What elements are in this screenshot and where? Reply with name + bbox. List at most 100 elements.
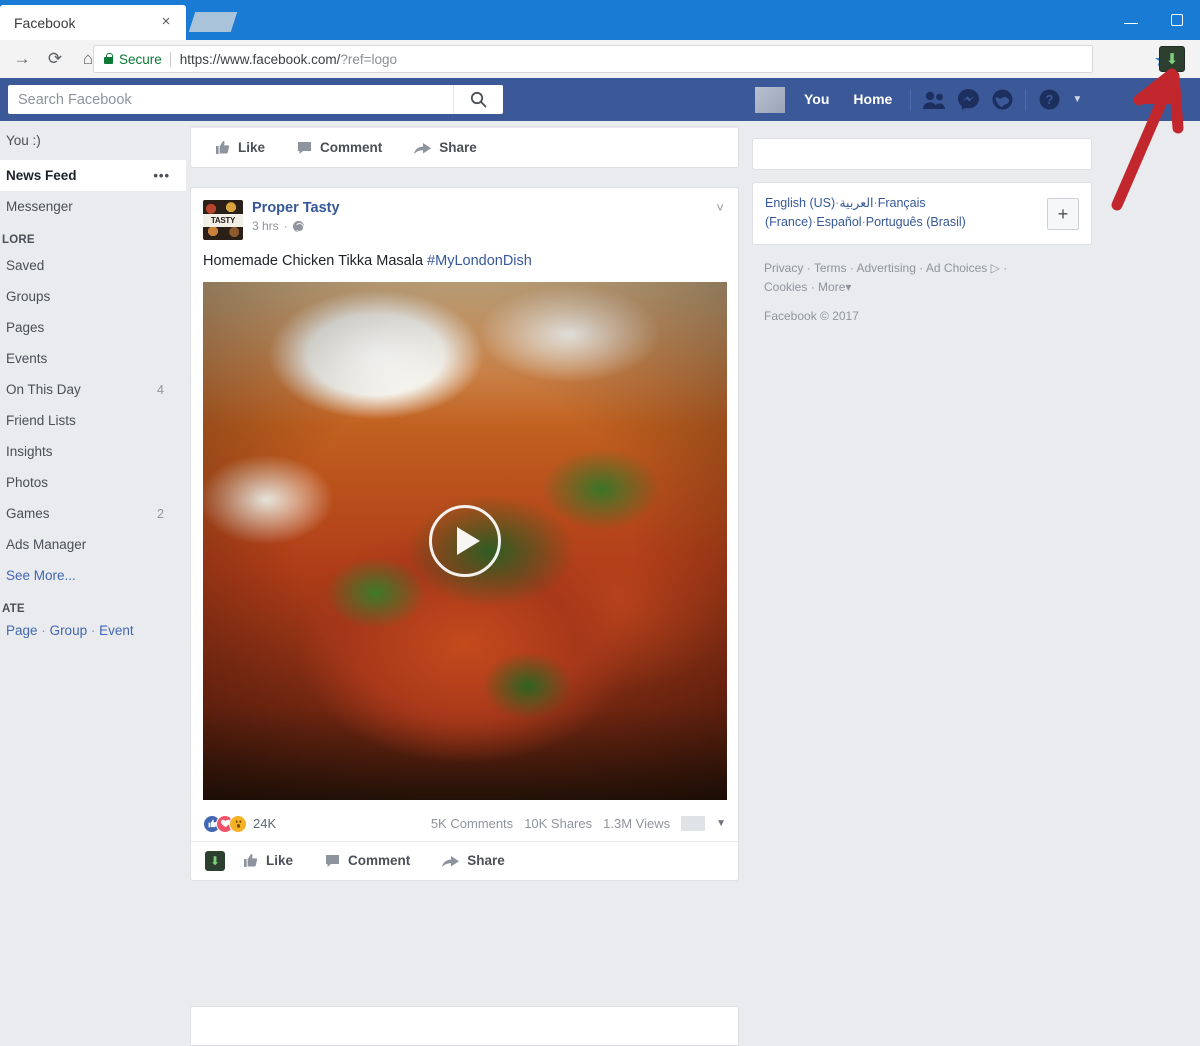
sidebar-create-page[interactable]: Page	[6, 623, 38, 638]
friend-requests-icon[interactable]	[917, 78, 951, 121]
nav-home-link[interactable]: Home	[841, 78, 904, 121]
maximize-button[interactable]	[1154, 0, 1200, 40]
sidebar-item-saved[interactable]: Saved	[0, 250, 186, 281]
reload-icon[interactable]: ⟳	[41, 45, 69, 73]
post-meta: Proper Tasty 3 hrs ·	[252, 200, 340, 240]
footer-terms[interactable]: Terms	[814, 261, 847, 275]
help-icon[interactable]: ?	[1032, 78, 1066, 121]
sidebar-options-icon[interactable]: •••	[153, 168, 170, 183]
language-arabic[interactable]: العربية	[839, 196, 873, 210]
sidebar-item-insights[interactable]: Insights	[0, 436, 186, 467]
sidebar-item-messenger[interactable]: Messenger	[0, 191, 186, 222]
footer-more[interactable]: More	[818, 280, 845, 294]
like-button-label: Like	[238, 140, 266, 155]
left-sidebar: You :) News Feed ••• Messenger LORE Save…	[0, 121, 186, 900]
footer-privacy[interactable]: Privacy	[764, 261, 803, 275]
sidebar-item-groups[interactable]: Groups	[0, 281, 186, 312]
tab-title: Facebook	[14, 14, 76, 31]
separator: ·	[806, 260, 811, 275]
sidebar-item-label: Groups	[6, 289, 51, 304]
forward-icon[interactable]: →	[8, 45, 36, 73]
sidebar-item-label: Photos	[6, 475, 49, 490]
sidebar-item-photos[interactable]: Photos	[0, 467, 186, 498]
sidebar-item-count: 2	[157, 506, 164, 521]
like-button[interactable]: Like	[199, 134, 281, 161]
sidebar-item-label: Messenger	[6, 199, 73, 214]
sidebar-item-pages[interactable]: Pages	[0, 312, 186, 343]
sidebar-item-label: Events	[6, 351, 48, 366]
nav-profile-link[interactable]: You	[792, 78, 841, 121]
share-button-label: Share	[439, 140, 477, 155]
post-author-link[interactable]: Proper Tasty	[252, 200, 340, 216]
share-count[interactable]: 10K Shares	[524, 816, 592, 831]
post-text: Homemade Chicken Tikka Masala #MyLondonD…	[191, 240, 738, 282]
sidebar-see-more[interactable]: See More...	[0, 560, 186, 591]
extension-icon[interactable]: ⬇	[1159, 46, 1185, 72]
minimize-button[interactable]	[1108, 0, 1154, 40]
language-spanish[interactable]: Español	[816, 215, 861, 229]
sidebar-create-group[interactable]: Group	[50, 623, 88, 638]
url-text: https://www.facebook.com/?ref=logo	[180, 52, 397, 67]
sidebar-item-friend-lists[interactable]: Friend Lists	[0, 405, 186, 436]
language-english[interactable]: English (US)	[765, 196, 835, 210]
page-body: You :) News Feed ••• Messenger LORE Save…	[0, 121, 1200, 1046]
sidebar-item-on-this-day[interactable]: On This Day 4	[0, 374, 186, 405]
post-video[interactable]	[203, 281, 727, 800]
search-input[interactable]	[8, 86, 453, 113]
share-arrow-icon	[442, 854, 460, 868]
play-button[interactable]	[429, 504, 501, 577]
stats-caret-icon[interactable]: ▼	[716, 818, 726, 829]
comment-button-label: Comment	[320, 140, 383, 155]
search-icon[interactable]	[453, 85, 503, 114]
url-main: https://www.facebook.com/	[179, 51, 341, 67]
reaction-icons[interactable]: 24K	[203, 814, 276, 833]
notifications-globe-icon[interactable]	[985, 78, 1019, 121]
separator: ·	[41, 623, 46, 638]
footer-cookies[interactable]: Cookies	[764, 280, 807, 294]
language-links: English (US)·العربية·Français (France)·E…	[765, 194, 1039, 233]
new-tab-button[interactable]	[188, 12, 238, 32]
close-icon[interactable]: ×	[158, 14, 174, 30]
more-caret-icon[interactable]: ▾	[845, 280, 851, 294]
comment-count[interactable]: 5K Comments	[431, 816, 513, 831]
post-card: Proper Tasty 3 hrs · ˅ Homemade Chicken …	[190, 187, 739, 881]
chevron-down-icon[interactable]: ˅	[716, 200, 724, 215]
browser-tab[interactable]: Facebook ×	[0, 5, 186, 40]
sidebar-item-games[interactable]: Games 2	[0, 498, 186, 529]
sidebar-profile[interactable]: You :)	[0, 121, 186, 160]
post-timestamp[interactable]: 3 hrs	[252, 219, 279, 233]
like-button[interactable]: Like	[227, 847, 309, 874]
comment-button-label: Comment	[348, 853, 411, 869]
add-language-button[interactable]: +	[1047, 198, 1079, 230]
account-menu-caret-icon[interactable]: ▼	[1072, 94, 1082, 105]
download-arrow-icon: ⬇	[209, 853, 221, 868]
sidebar-item-label: Games	[6, 506, 50, 521]
reaction-count[interactable]: 24K	[253, 816, 276, 831]
separator: ·	[849, 260, 854, 275]
address-bar[interactable]: Secure https://www.facebook.com/?ref=log…	[93, 45, 1093, 73]
share-button[interactable]: Share	[398, 134, 493, 161]
sidebar-item-ads-manager[interactable]: Ads Manager	[0, 529, 186, 560]
page-avatar[interactable]	[203, 200, 243, 240]
sidebar-item-label: Insights	[6, 444, 53, 459]
right-column-blank-card	[752, 138, 1092, 170]
separator: ·	[919, 260, 924, 275]
share-button[interactable]: Share	[426, 847, 521, 874]
sidebar-item-news-feed[interactable]: News Feed •••	[0, 160, 186, 191]
copyright-text: Facebook © 2017	[764, 309, 859, 324]
post-hashtag-link[interactable]: #MyLondonDish	[427, 253, 532, 269]
footer-ad-choices[interactable]: Ad Choices	[926, 261, 987, 275]
footer-advertising[interactable]: Advertising	[857, 261, 916, 275]
comment-button[interactable]: Comment	[309, 847, 426, 874]
messenger-icon[interactable]	[951, 78, 985, 121]
comment-button[interactable]: Comment	[281, 134, 398, 161]
video-download-icon[interactable]: ⬇	[205, 850, 225, 871]
sidebar-see-more-label: See More...	[6, 568, 76, 583]
privacy-globe-icon[interactable]	[292, 220, 304, 232]
view-count[interactable]: 1.3M Views	[603, 816, 670, 831]
window-controls	[1108, 0, 1200, 40]
language-portuguese[interactable]: Português (Brasil)	[866, 215, 966, 229]
avatar[interactable]	[755, 86, 785, 113]
sidebar-create-event[interactable]: Event	[99, 623, 134, 638]
sidebar-item-events[interactable]: Events	[0, 343, 186, 374]
